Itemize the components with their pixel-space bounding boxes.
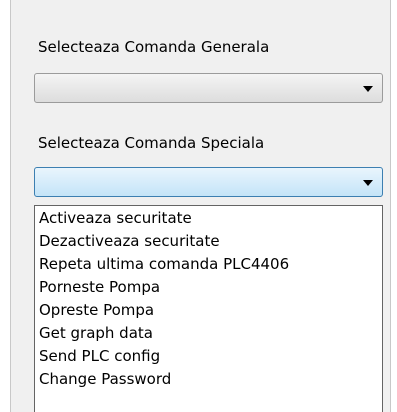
option-opreste-pompa[interactable]: Opreste Pompa — [35, 299, 382, 322]
option-change-password[interactable]: Change Password — [35, 368, 382, 391]
option-porneste-pompa[interactable]: Porneste Pompa — [35, 276, 382, 299]
chevron-down-icon[interactable] — [363, 86, 373, 92]
chevron-down-icon[interactable] — [363, 180, 373, 186]
special-command-dropdown-list: Activeaza securitate Dezactiveaza securi… — [34, 205, 383, 412]
option-send-plc-config[interactable]: Send PLC config — [35, 345, 382, 368]
option-activeaza-securitate[interactable]: Activeaza securitate — [35, 207, 382, 230]
option-dezactiveaza-securitate[interactable]: Dezactiveaza securitate — [35, 230, 382, 253]
page: Selecteaza Comanda Generala Selecteaza C… — [0, 0, 397, 412]
general-command-label: Selecteaza Comanda Generala — [38, 38, 270, 56]
general-command-select[interactable] — [34, 73, 383, 103]
special-command-select[interactable] — [34, 167, 383, 197]
special-command-label: Selecteaza Comanda Speciala — [38, 134, 265, 152]
option-repeta-ultima-comanda[interactable]: Repeta ultima comanda PLC4406 — [35, 253, 382, 276]
option-get-graph-data[interactable]: Get graph data — [35, 322, 382, 345]
